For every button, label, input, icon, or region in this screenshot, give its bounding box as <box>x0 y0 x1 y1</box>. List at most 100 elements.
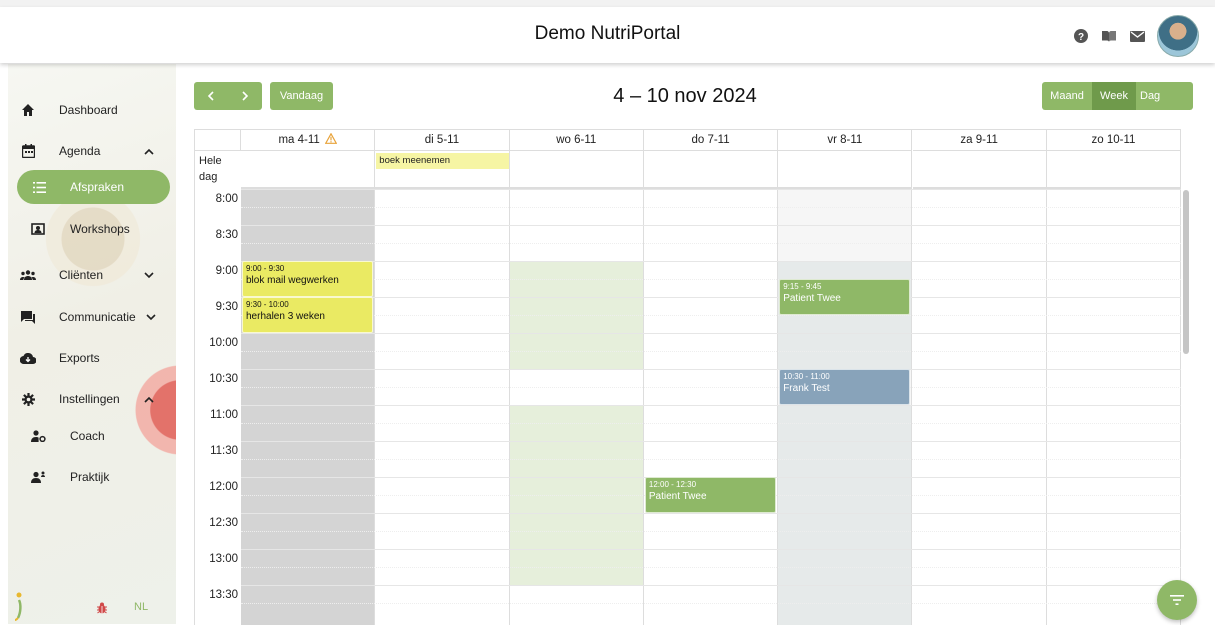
sidebar-item-agenda[interactable]: Agenda <box>8 136 176 166</box>
calendar-event[interactable]: 12:00 - 12:30 Patient Twee <box>644 477 777 513</box>
day-header-label: ma 4-11 <box>278 134 320 146</box>
allday-cell[interactable] <box>778 151 913 189</box>
sidebar-item-dashboard[interactable]: Dashboard <box>8 95 176 125</box>
day-header[interactable]: zo 10-11 <box>1046 130 1181 151</box>
day-header-label: do 7-11 <box>691 134 730 146</box>
user-avatar[interactable] <box>1157 15 1199 57</box>
half-line <box>241 351 1181 352</box>
calendar-event[interactable]: 9:30 - 10:00 herhalen 3 weken <box>242 297 374 333</box>
sidebar-item-clienten[interactable]: Cliënten <box>8 260 176 290</box>
app-title: Demo NutriPortal <box>534 23 681 44</box>
day-header[interactable]: ma 4-11 <box>241 130 376 151</box>
allday-cell[interactable] <box>509 151 644 189</box>
prev-week-button[interactable] <box>194 82 228 110</box>
event-time: 9:30 - 10:00 <box>246 300 289 309</box>
calendar-scrollbar[interactable] <box>1181 188 1191 618</box>
home-icon <box>20 102 36 118</box>
header-actions: ? <box>1073 15 1199 57</box>
allday-cell[interactable] <box>241 151 376 189</box>
day-header-label: vr 8-11 <box>827 134 863 146</box>
filter-icon <box>1170 595 1184 605</box>
gear-icon <box>20 391 36 407</box>
day-column[interactable] <box>241 189 376 625</box>
event-title: Patient Twee <box>783 293 841 304</box>
hour-line <box>241 585 1181 586</box>
calendar-event[interactable]: 10:30 - 11:00 Frank Test <box>779 369 911 405</box>
day-column[interactable] <box>913 189 1047 625</box>
half-line <box>241 567 1181 568</box>
presentation-icon <box>30 221 46 237</box>
chevron-right-icon <box>242 91 249 101</box>
day-header[interactable]: wo 6-11 <box>509 130 644 151</box>
user-gear-icon <box>30 428 46 444</box>
allday-cell[interactable] <box>912 151 1047 189</box>
svg-text:?: ? <box>1078 32 1084 43</box>
half-line <box>241 279 1181 280</box>
sidebar-item-coach[interactable]: Coach <box>8 421 176 451</box>
today-button[interactable]: Vandaag <box>270 82 333 110</box>
chevron-down-icon <box>144 270 154 280</box>
filter-button[interactable] <box>1157 580 1197 620</box>
sidebar-footer: NL <box>8 592 176 622</box>
calendar-event[interactable]: 9:00 - 9:30 blok mail wegwerken <box>242 261 374 297</box>
hour-line <box>241 297 1181 298</box>
day-column[interactable] <box>375 189 510 625</box>
mail-icon[interactable] <box>1129 28 1145 44</box>
sidebar-item-label: Cliënten <box>59 268 104 282</box>
day-column[interactable] <box>1047 189 1181 625</box>
time-label: 11:30 <box>210 445 238 457</box>
day-header[interactable]: vr 8-11 <box>778 130 913 151</box>
sidebar-item-communicatie[interactable]: Communicatie <box>8 302 176 332</box>
bug-icon[interactable] <box>96 602 108 614</box>
week-calendar: Hele dag 8:00 8:30 9:00 9:30 10:00 10:30 11:00… <box>194 129 1181 625</box>
calendar-event[interactable]: 9:15 - 9:45 Patient Twee <box>779 279 911 315</box>
hour-line <box>241 549 1181 550</box>
book-icon[interactable] <box>1101 28 1117 44</box>
sidebar-item-workshops[interactable]: Workshops <box>8 214 176 244</box>
day-header[interactable]: di 5-11 <box>375 130 510 151</box>
next-week-button[interactable] <box>228 82 262 110</box>
hour-line <box>241 261 1181 262</box>
day-header[interactable]: za 9-11 <box>912 130 1047 151</box>
chevron-up-icon <box>144 394 154 404</box>
cloud-download-icon <box>20 350 36 366</box>
event-title: herhalen 3 weken <box>246 311 325 322</box>
top-strip <box>0 0 1215 7</box>
sidebar-item-instellingen[interactable]: Instellingen <box>8 384 176 414</box>
app-header: Demo NutriPortal ? <box>0 7 1215 63</box>
view-day-button[interactable]: Dag <box>1136 82 1193 110</box>
scroll-thumb[interactable] <box>1183 190 1189 354</box>
language-selector[interactable]: NL <box>134 601 148 613</box>
sidebar-item-exports[interactable]: Exports <box>8 343 176 373</box>
allday-event[interactable]: boek meenemen <box>376 153 509 169</box>
event-time: 10:30 - 11:00 <box>783 372 830 381</box>
day-column[interactable] <box>644 189 779 625</box>
sidebar-item-label: Agenda <box>59 144 101 158</box>
help-icon[interactable]: ? <box>1073 28 1089 44</box>
half-line <box>241 423 1181 424</box>
hour-line <box>241 513 1181 514</box>
chevron-left-icon <box>207 91 214 101</box>
logo-icon <box>14 592 24 622</box>
view-month-button[interactable]: Maand <box>1042 82 1092 110</box>
view-week-button[interactable]: Week <box>1092 82 1136 110</box>
chat-icon <box>20 309 36 325</box>
time-label: 8:00 <box>215 193 238 205</box>
date-navigation <box>194 82 262 110</box>
sidebar-item-label: Praktijk <box>70 470 110 484</box>
hour-line <box>241 189 1181 190</box>
allday-cell[interactable] <box>1046 151 1181 189</box>
sidebar-item-afspraken[interactable]: Afspraken <box>17 170 170 204</box>
sidebar-item-praktijk[interactable]: Praktijk <box>8 462 176 492</box>
day-header[interactable]: do 7-11 <box>643 130 779 151</box>
allday-cell[interactable] <box>643 151 779 189</box>
half-line <box>241 603 1181 604</box>
time-label: 13:30 <box>209 589 238 601</box>
hour-line <box>241 369 1181 370</box>
hour-line <box>241 441 1181 442</box>
time-label: 9:30 <box>215 301 238 313</box>
sidebar-item-label: Communicatie <box>59 310 136 324</box>
day-header-label: zo 10-11 <box>1091 134 1136 146</box>
sidebar-item-label: Coach <box>70 429 105 443</box>
list-icon <box>31 179 47 195</box>
